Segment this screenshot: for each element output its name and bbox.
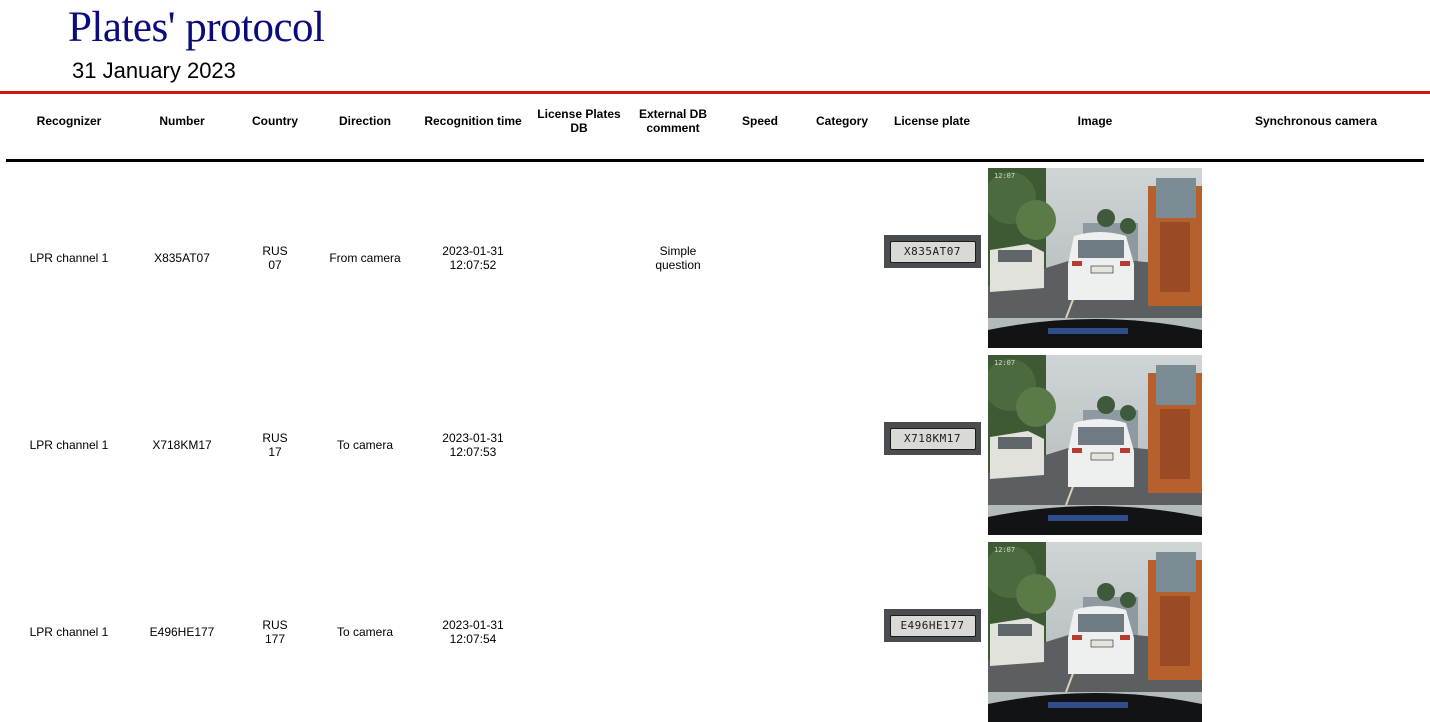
cell-country: RUS 177 xyxy=(262,618,288,646)
cell-category xyxy=(802,542,882,722)
cell-direction: To camera xyxy=(336,438,394,452)
svg-text:12:07: 12:07 xyxy=(994,359,1015,367)
cell-external-db-comment: Simple question xyxy=(655,244,701,272)
cell-external-db-comment xyxy=(630,355,726,535)
cell-license-plates-db xyxy=(530,168,628,348)
column-header-number: Number xyxy=(159,114,205,128)
column-header-recognizer: Recognizer xyxy=(36,114,102,128)
column-header-country: Country xyxy=(252,114,298,128)
cell-number: X835AT07 xyxy=(154,251,210,265)
cell-recognizer: LPR channel 1 xyxy=(29,625,109,639)
column-header-direction: Direction xyxy=(338,114,391,128)
cell-category xyxy=(802,168,882,348)
vehicle-image[interactable]: 12:07 xyxy=(988,168,1202,348)
cell-direction: From camera xyxy=(329,251,401,265)
cell-speed xyxy=(720,542,800,722)
table-row: LPR channel 1 E496HE177 RUS 177 To camera 20… xyxy=(0,542,1430,722)
column-header-external-db-comment: External DB comment xyxy=(638,107,708,135)
cell-direction: To camera xyxy=(336,625,394,639)
svg-text:12:07: 12:07 xyxy=(994,546,1015,554)
cell-country: RUS 07 xyxy=(262,244,288,272)
table-row: LPR channel 1 X835AT07 RUS 07 From camera 20… xyxy=(0,168,1430,348)
cell-recognition-time: 2023-01-31 12:07:52 xyxy=(442,244,504,272)
vehicle-image[interactable]: 12:07 xyxy=(988,355,1202,535)
license-plate-text: X718KM17 xyxy=(889,427,976,450)
cell-recognizer: LPR channel 1 xyxy=(29,438,109,452)
column-header-synchronous-camera: Synchronous camera xyxy=(1254,114,1378,128)
license-plate-text: E496HE177 xyxy=(889,614,976,637)
column-header-category: Category xyxy=(815,114,868,128)
license-plate-image[interactable]: E496HE177 xyxy=(884,609,981,642)
license-plate-image[interactable]: X835AT07 xyxy=(884,235,981,268)
svg-text:12:07: 12:07 xyxy=(994,172,1015,180)
cell-category xyxy=(802,355,882,535)
cell-number: E496HE177 xyxy=(149,625,215,639)
column-header-recognition-time: Recognition time xyxy=(424,114,522,128)
column-header-speed: Speed xyxy=(741,114,778,128)
cell-external-db-comment xyxy=(630,542,726,722)
license-plate-text: X835AT07 xyxy=(889,240,976,263)
cell-recognition-time: 2023-01-31 12:07:54 xyxy=(442,618,504,646)
cell-recognition-time: 2023-01-31 12:07:53 xyxy=(442,431,504,459)
cell-country: RUS 17 xyxy=(262,431,288,459)
cell-recognizer: LPR channel 1 xyxy=(29,251,109,265)
table-row: LPR channel 1 X718KM17 RUS 17 To camera 2023… xyxy=(0,355,1430,535)
cell-license-plates-db xyxy=(530,355,628,535)
header-divider xyxy=(0,91,1430,94)
column-header-image: Image xyxy=(1077,114,1113,128)
cell-license-plates-db xyxy=(530,542,628,722)
table-header-rule xyxy=(6,159,1424,162)
report-title: Plates' protocol xyxy=(68,4,325,51)
cell-speed xyxy=(720,355,800,535)
vehicle-image[interactable]: 12:07 xyxy=(988,542,1202,722)
cell-number: X718KM17 xyxy=(152,438,212,452)
column-header-license-plate: License plate xyxy=(893,114,971,128)
cell-speed xyxy=(720,168,800,348)
report-date: 31 January 2023 xyxy=(72,58,236,83)
column-header-license-plates-db: License Plates DB xyxy=(537,107,621,135)
license-plate-image[interactable]: X718KM17 xyxy=(884,422,981,455)
